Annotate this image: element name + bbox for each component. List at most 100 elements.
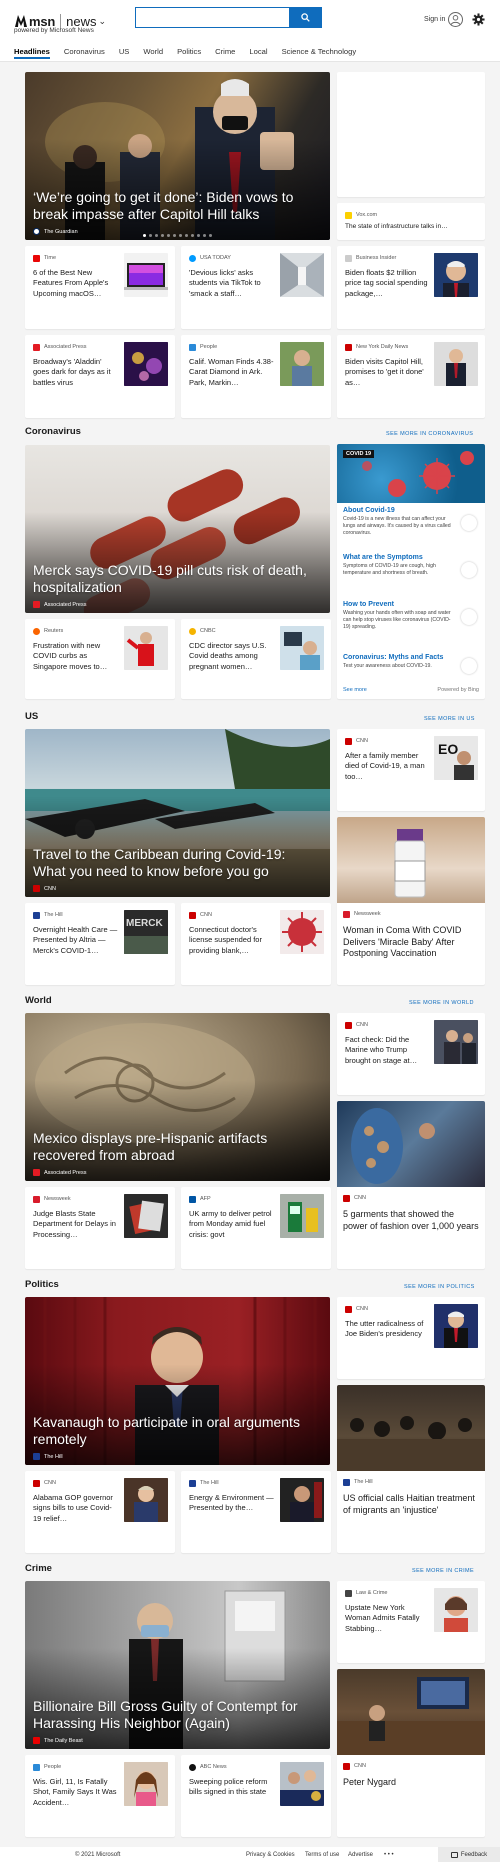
avatar[interactable] <box>448 12 463 27</box>
coronavirus-hero-card[interactable]: Merck says COVID-19 pill cuts risk of de… <box>25 445 330 613</box>
news-card-large[interactable]: Newsweek Woman in Coma With COVID Delive… <box>337 817 485 985</box>
news-card[interactable]: ABC News Sweeping police reform bills sig… <box>181 1755 331 1837</box>
carousel-dot[interactable] <box>143 234 146 237</box>
news-card[interactable]: The Hill Energy & Environment — Presented… <box>181 1471 331 1553</box>
news-card[interactable]: CNN After a family member died of Covid-1… <box>337 729 485 811</box>
covid-item-title[interactable]: What are the Symptoms <box>343 554 479 561</box>
tab-politics[interactable]: Politics <box>177 47 201 59</box>
news-card[interactable]: New York Daily News Biden visits Capitol … <box>337 335 485 418</box>
hero-title[interactable]: Mexico displays pre-Hispanic artifacts r… <box>33 1130 320 1164</box>
card-title[interactable]: The utter radicalness of Joe Biden's pre… <box>345 1319 429 1340</box>
carousel-dot[interactable] <box>155 234 158 237</box>
hero-title[interactable]: Merck says COVID-19 pill cuts risk of de… <box>33 562 320 596</box>
covid-item-prevent[interactable]: How to Prevent Washing your hands often w… <box>343 601 479 631</box>
news-card[interactable]: USA TODAY 'Devious licks' asks students v… <box>181 246 331 329</box>
card-title[interactable]: Sweeping police reform bills signed in t… <box>189 1777 275 1798</box>
headline-hero-card[interactable]: ‘We’re going to get it done’: Biden vows… <box>25 72 330 240</box>
covid-item-title[interactable]: About Covid-19 <box>343 507 479 514</box>
carousel-dot[interactable] <box>179 234 182 237</box>
terms-link[interactable]: Terms of use <box>305 1852 339 1858</box>
card-title[interactable]: Calif. Woman Finds 4.38-Carat Diamond in… <box>189 357 275 388</box>
card-title[interactable]: Biden visits Capitol Hill, promises to '… <box>345 357 429 388</box>
card-title[interactable]: Biden floats $2 trillion price tag socia… <box>345 268 429 299</box>
advertise-link[interactable]: Advertise <box>348 1852 373 1858</box>
card-title[interactable]: Frustration with new COVID curbs as Sing… <box>33 641 119 672</box>
covid-item-about[interactable]: About Covid-19 Covid-19 is a new illness … <box>343 507 479 537</box>
section-heading-crime[interactable]: Crime <box>25 1563 52 1574</box>
see-more-crime-link[interactable]: SEE MORE IN CRIME <box>412 1568 474 1574</box>
hero-title[interactable]: Billionaire Bill Gross Guilty of Contemp… <box>33 1698 320 1732</box>
see-more-us-link[interactable]: SEE MORE IN US <box>424 716 475 722</box>
tab-headlines[interactable]: Headlines <box>14 47 50 59</box>
card-title[interactable]: Upstate New York Woman Admits Fatally St… <box>345 1603 429 1634</box>
see-more-coronavirus-link[interactable]: SEE MORE IN CORONAVIRUS <box>386 431 473 437</box>
section-heading-coronavirus[interactable]: Coronavirus <box>25 426 81 437</box>
card-title[interactable]: Woman in Coma With COVID Delivers 'Mirac… <box>343 925 479 960</box>
hero-title[interactable]: ‘We’re going to get it done’: Biden vows… <box>33 189 320 223</box>
section-heading-politics[interactable]: Politics <box>25 1279 59 1290</box>
section-heading-world[interactable]: World <box>25 995 52 1006</box>
card-title[interactable]: Energy & Environment — Presented by the… <box>189 1493 275 1514</box>
world-hero-card[interactable]: Mexico displays pre-Hispanic artifacts r… <box>25 1013 330 1181</box>
news-card[interactable]: CNN Fact check: Did the Marine who Trump … <box>337 1013 485 1095</box>
chevron-down-icon[interactable]: ⌄ <box>99 16 107 27</box>
news-card-large[interactable]: CNN Peter Nygard <box>337 1669 485 1837</box>
card-title[interactable]: Alabama GOP governor signs bills to use … <box>33 1493 119 1524</box>
news-card[interactable]: Associated Press Broadway's 'Aladdin' goe… <box>25 335 175 418</box>
card-title[interactable]: Judge Blasts State Department for Delays… <box>33 1209 119 1240</box>
news-card[interactable]: Reuters Frustration with new COVID curbs … <box>25 619 175 699</box>
card-title[interactable]: After a family member died of Covid-19, … <box>345 751 429 782</box>
news-card[interactable]: CNBC CDC director says U.S. Covid deaths … <box>181 619 331 699</box>
covid-see-more-link[interactable]: See more <box>343 687 367 693</box>
us-hero-card[interactable]: Travel to the Caribbean during Covid-19:… <box>25 729 330 897</box>
tab-science-technology[interactable]: Science & Technology <box>282 47 357 59</box>
see-more-politics-link[interactable]: SEE MORE IN POLITICS <box>404 1284 475 1290</box>
news-card[interactable]: The Hill Overnight Health Care — Presente… <box>25 903 175 985</box>
carousel-dot[interactable] <box>149 234 152 237</box>
news-card[interactable]: People Calif. Woman Finds 4.38-Carat Diam… <box>181 335 331 418</box>
card-title[interactable]: 5 garments that showed the power of fash… <box>343 1209 479 1232</box>
gear-icon[interactable] <box>472 13 485 26</box>
tab-us[interactable]: US <box>119 47 130 59</box>
card-title[interactable]: Connecticut doctor's license suspended f… <box>189 925 275 956</box>
news-card-large[interactable]: CNN 5 garments that showed the power of … <box>337 1101 485 1269</box>
news-card[interactable]: CNN Connecticut doctor's license suspende… <box>181 903 331 985</box>
card-title[interactable]: 6 of the Best New Features From Apple's … <box>33 268 119 299</box>
see-more-world-link[interactable]: SEE MORE IN WORLD <box>409 1000 474 1006</box>
news-card[interactable]: CNN Alabama GOP governor signs bills to u… <box>25 1471 175 1553</box>
tab-coronavirus[interactable]: Coronavirus <box>64 47 105 59</box>
news-card[interactable]: Business Insider Biden floats $2 trillion… <box>337 246 485 329</box>
privacy-link[interactable]: Privacy & Cookies <box>246 1852 295 1858</box>
card-title[interactable]: UK army to deliver petrol from Monday am… <box>189 1209 275 1240</box>
carousel-dot[interactable] <box>173 234 176 237</box>
card-title[interactable]: Overnight Health Care — Presented by Alt… <box>33 925 119 956</box>
card-title[interactable]: The state of infrastructure talks in… <box>345 223 479 232</box>
more-options-icon[interactable]: • • • <box>384 1852 394 1858</box>
card-title[interactable]: US official calls Haitian treatment of m… <box>343 1493 479 1516</box>
covid-item-title[interactable]: Coronavirus: Myths and Facts <box>343 654 479 661</box>
tab-local[interactable]: Local <box>249 47 267 59</box>
tab-world[interactable]: World <box>143 47 163 59</box>
carousel-dot[interactable] <box>191 234 194 237</box>
feedback-button[interactable]: Feedback <box>438 1847 500 1862</box>
news-card-large[interactable]: The Hill US official calls Haitian treat… <box>337 1385 485 1553</box>
hero-title[interactable]: Travel to the Caribbean during Covid-19:… <box>33 846 320 880</box>
search-button[interactable] <box>289 8 321 27</box>
carousel-dot[interactable] <box>203 234 206 237</box>
covid-item-myths[interactable]: Coronavirus: Myths and Facts Test your aw… <box>343 654 479 674</box>
card-title[interactable]: Wis. Girl, 11, Is Fatally Shot, Family S… <box>33 1777 119 1808</box>
card-title[interactable]: CDC director says U.S. Covid deaths amon… <box>189 641 275 672</box>
card-title[interactable]: Peter Nygard <box>343 1777 479 1789</box>
carousel-dot[interactable] <box>161 234 164 237</box>
card-title[interactable]: 'Devious licks' asks students via TikTok… <box>189 268 275 299</box>
news-card[interactable]: Newsweek Judge Blasts State Department fo… <box>25 1187 175 1269</box>
card-title[interactable]: Broadway's 'Aladdin' goes dark for days … <box>33 357 119 388</box>
search-input[interactable] <box>136 8 289 27</box>
carousel-dot[interactable] <box>167 234 170 237</box>
carousel-dot[interactable] <box>185 234 188 237</box>
news-card[interactable]: People Wis. Girl, 11, Is Fatally Shot, Fa… <box>25 1755 175 1837</box>
hero-title[interactable]: Kavanaugh to participate in oral argumen… <box>33 1414 320 1448</box>
news-card[interactable]: AFP UK army to deliver petrol from Monday… <box>181 1187 331 1269</box>
covid-item-symptoms[interactable]: What are the Symptoms Symptoms of COVID-1… <box>343 554 479 578</box>
tab-crime[interactable]: Crime <box>215 47 235 59</box>
